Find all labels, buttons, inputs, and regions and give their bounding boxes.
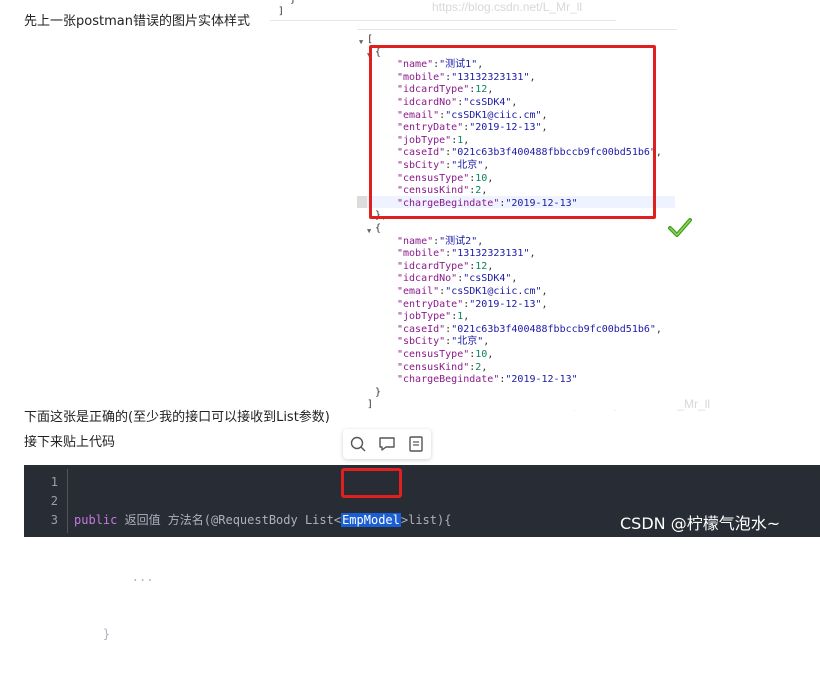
json-value: 12 bbox=[475, 260, 488, 272]
json-brace: { bbox=[375, 223, 382, 234]
json-field-line: "censusType":10, bbox=[397, 349, 493, 362]
json-field-line: "entryDate":"2019-12-13", bbox=[397, 299, 548, 312]
comment-icon[interactable] bbox=[378, 435, 396, 453]
type-highlight-box bbox=[341, 468, 402, 498]
json-key: "entryDate" bbox=[397, 298, 464, 310]
json-field-line: "caseId":"021c63b3f400488fbbccb9fc00bd51… bbox=[397, 324, 662, 337]
json-key: "idcardType" bbox=[397, 260, 470, 272]
json-field-line: "sbCity":"北京", bbox=[397, 336, 489, 349]
json-key: "caseId" bbox=[397, 323, 446, 335]
json-value: "北京" bbox=[451, 336, 484, 348]
json-value: "测试2" bbox=[439, 235, 478, 247]
json-bracket: [ bbox=[367, 34, 374, 45]
json-comma: , bbox=[655, 323, 662, 335]
top-code-fragment: } ] bbox=[278, 0, 296, 17]
selected-type-empmodel: EmpModel bbox=[341, 513, 401, 527]
json-comma: , bbox=[529, 248, 536, 260]
json-field-line: "censusKind":2, bbox=[397, 362, 487, 375]
caption-code: 接下来贴上代码 bbox=[24, 435, 116, 450]
code-line-3: } bbox=[74, 627, 111, 641]
gutter-separator bbox=[67, 469, 68, 533]
json-field-line: "email":"csSDK1@ciic.cm", bbox=[397, 286, 548, 299]
note-icon[interactable] bbox=[407, 435, 425, 453]
code-block[interactable]: 1 2 3 public 返回值 方法名(@RequestBody List<E… bbox=[24, 465, 820, 641]
json-object-open: {▼ bbox=[367, 223, 382, 236]
error-highlight-box bbox=[369, 45, 656, 219]
csdn-watermark: CSDN @柠檬气泡水~ bbox=[620, 514, 781, 533]
json-key: "jobType" bbox=[397, 311, 452, 323]
json-value: 10 bbox=[475, 349, 488, 360]
json-value: "021c63b3f400488fbbccb9fc00bd51b6" bbox=[451, 323, 656, 335]
json-key: "mobile" bbox=[397, 248, 446, 260]
json-key: "censusType" bbox=[397, 349, 470, 360]
json-field-line: "mobile":"13132323131", bbox=[397, 248, 536, 261]
code-line-2: ... bbox=[74, 570, 154, 584]
json-comma: , bbox=[511, 273, 518, 285]
caption-correct: 下面这张是正确的(至少我的接口可以接收到List参数) bbox=[24, 410, 330, 425]
divider bbox=[270, 20, 616, 21]
json-key: "idcardNo" bbox=[397, 273, 458, 285]
json-key: "email" bbox=[397, 286, 440, 297]
json-comma: , bbox=[487, 260, 494, 272]
code-line-1-post: >list){ bbox=[400, 513, 452, 527]
collapse-toggle-icon[interactable]: ▼ bbox=[367, 225, 371, 238]
json-field-line: "name":"测试2", bbox=[397, 236, 483, 249]
json-field-line: "idcardNo":"csSDK4", bbox=[397, 273, 517, 286]
code-line-1: public 返回值 方法名(@RequestBody List<EmpMode… bbox=[74, 511, 451, 530]
json-bracket: ] bbox=[367, 399, 374, 411]
json-comma: , bbox=[463, 311, 470, 323]
json-value: "csSDK1@ciic.cm" bbox=[445, 286, 542, 297]
json-comma: , bbox=[477, 235, 484, 247]
json-value: "13132323131" bbox=[451, 248, 530, 260]
json-field-line: "idcardType":12, bbox=[397, 261, 493, 274]
json-value: "2019-12-13" bbox=[469, 298, 542, 310]
json-comma: , bbox=[541, 298, 548, 310]
watermark-top: https://blog.csdn.net/L_Mr_ll bbox=[432, 0, 583, 14]
json-object-close: } bbox=[375, 387, 381, 400]
json-comma: , bbox=[487, 349, 494, 360]
json-key: "censusKind" bbox=[397, 361, 470, 373]
json-key: "name" bbox=[397, 235, 434, 247]
line-number-gutter: 1 2 3 bbox=[24, 473, 64, 530]
json-comma: , bbox=[483, 336, 490, 348]
json-key: "sbCity" bbox=[397, 336, 446, 348]
search-icon[interactable] bbox=[349, 435, 367, 453]
floating-toolbar bbox=[343, 429, 431, 459]
json-key: "chargeBegindate" bbox=[397, 374, 500, 386]
json-comma: , bbox=[541, 286, 548, 297]
line-gutter-marker bbox=[357, 196, 367, 208]
json-value: "2019-12-13" bbox=[505, 374, 578, 386]
json-comma: , bbox=[655, 147, 662, 159]
line-number: 3 bbox=[50, 513, 58, 527]
json-value: "csSDK4" bbox=[463, 273, 512, 285]
json-field-line: "chargeBegindate":"2019-12-13" bbox=[397, 374, 578, 387]
code-line-1-pre: 返回值 方法名(@RequestBody List< bbox=[117, 513, 342, 527]
intro-text: 先上一张postman错误的图片实体样式 bbox=[24, 14, 250, 29]
json-comma: , bbox=[481, 361, 488, 373]
keyword-public: public bbox=[74, 513, 118, 527]
code-lines: public 返回值 方法名(@RequestBody List<EmpMode… bbox=[74, 473, 451, 682]
json-array-close: ] bbox=[367, 399, 373, 412]
line-number: 1 bbox=[50, 475, 58, 489]
collapse-toggle-icon[interactable]: ▼ bbox=[359, 36, 363, 49]
json-brace: } bbox=[375, 386, 382, 398]
line-number: 2 bbox=[50, 494, 58, 508]
check-mark-icon bbox=[668, 218, 692, 237]
json-field-line: "jobType":1, bbox=[397, 311, 469, 324]
